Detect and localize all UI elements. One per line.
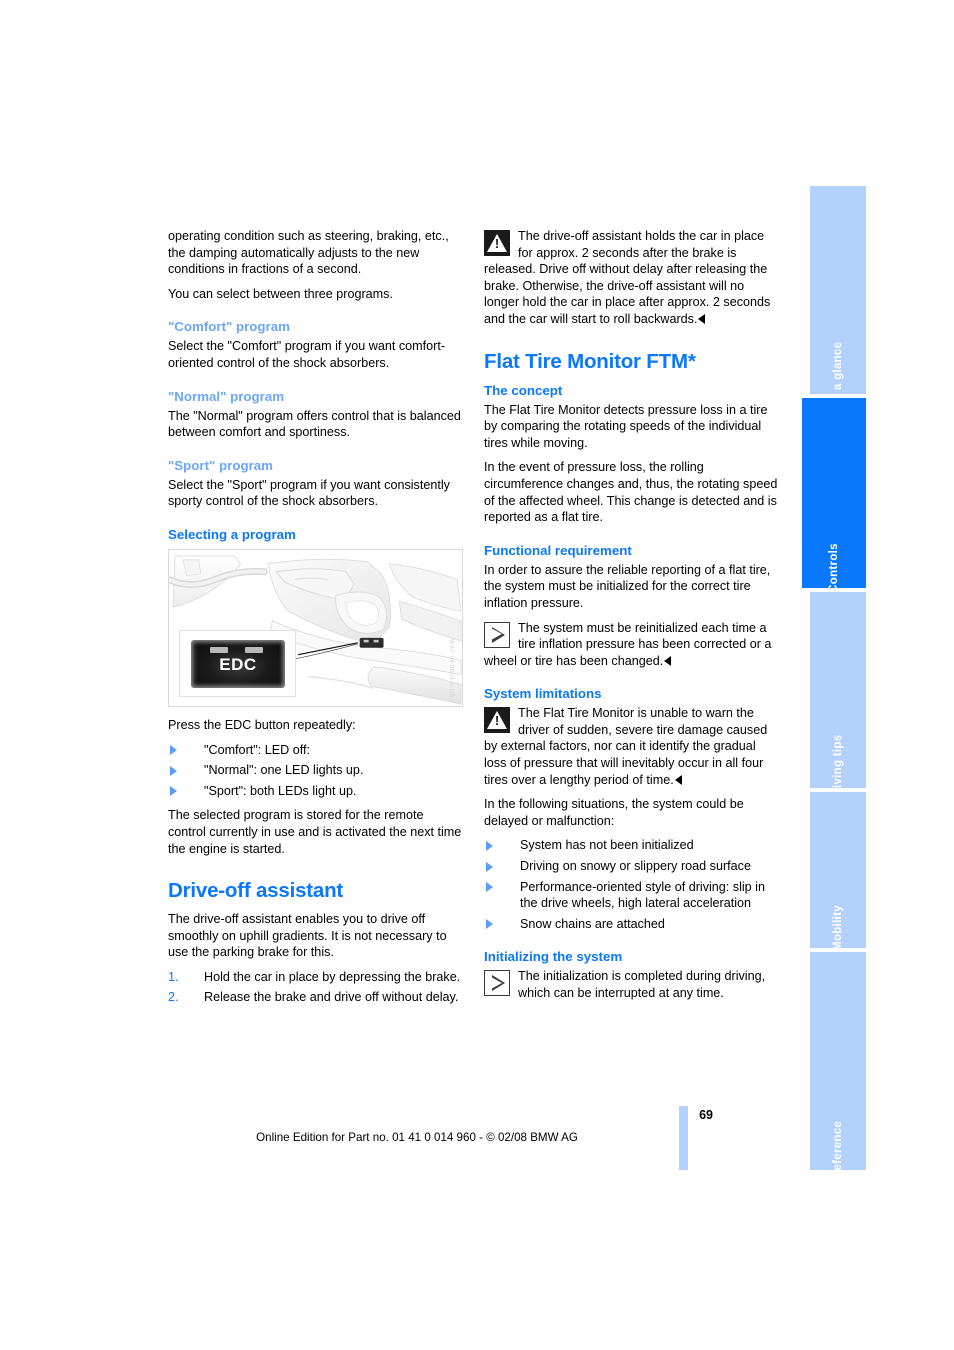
- tab-controls-label: Controls: [828, 543, 840, 588]
- edc-closing-text: The selected program is stored for the r…: [168, 808, 462, 856]
- heading-sport-program: "Sport" program: [168, 457, 273, 473]
- tab-driving-tips-label: Driving tips: [832, 734, 844, 788]
- text-comfort-program: Select the "Comfort" program if you want…: [168, 339, 446, 370]
- list-item: "Sport": both LEDs light up.: [168, 783, 463, 800]
- note-text-body: The system must be reinitialized each ti…: [484, 620, 772, 668]
- warning-text: The drive-off assistant holds the car in…: [484, 228, 779, 328]
- note-initialization: The initialization is completed during d…: [484, 968, 779, 1001]
- functional-requirement-paragraph: In order to assure the reliable reportin…: [484, 562, 771, 610]
- intro-paragraph: operating condition such as steering, br…: [168, 229, 449, 277]
- heading-comfort-program: "Comfort" program: [168, 319, 290, 335]
- chapter-tab-rail: At a glance Controls Driving tips Mobili…: [802, 186, 866, 1170]
- text-sport-program: Select the "Sport" program if you want c…: [168, 477, 450, 509]
- note-text: The system must be reinitialized each ti…: [484, 620, 779, 670]
- triangle-bullet-icon: [486, 861, 493, 872]
- edc-led-left-icon: [210, 646, 228, 653]
- tab-controls[interactable]: Controls: [802, 398, 866, 588]
- drive-off-intro: The drive-off assistant enables you to d…: [168, 912, 447, 960]
- concept-paragraph-2: In the event of pressure loss, the rolli…: [484, 460, 778, 525]
- end-marker-icon: [674, 774, 682, 785]
- edc-program-list: "Comfort": LED off: "Normal": one LED li…: [168, 742, 463, 800]
- drive-off-steps: 1. Hold the car in place by depressing t…: [168, 969, 463, 1006]
- intro-paragraph-2: You can select between three programs.: [168, 286, 393, 301]
- warning-drive-off-assistant: ! The drive-off assistant holds the car …: [484, 228, 779, 328]
- edition-notice: Online Edition for Part no. 01 41 0 014 …: [256, 1131, 578, 1144]
- list-item: Driving on snowy or slippery road surfac…: [484, 858, 779, 875]
- edc-button-label: EDC: [219, 654, 257, 674]
- edc-led-right-icon: [245, 646, 263, 653]
- system-limitations-lead: In the following situations, the system …: [484, 797, 744, 828]
- concept-paragraph-1: The Flat Tire Monitor detects pressure l…: [484, 402, 768, 450]
- edc-press-lead: Press the EDC button repeatedly:: [168, 717, 356, 732]
- note-icon: [484, 970, 510, 997]
- heading-flat-tire-monitor: Flat Tire Monitor FTM*: [484, 349, 696, 373]
- triangle-bullet-icon: [170, 745, 177, 756]
- list-item: "Normal": one LED lights up.: [168, 762, 463, 779]
- heading-functional-requirement: Functional requirement: [484, 542, 632, 558]
- system-limitations-list: System has not been initialized Driving …: [484, 837, 779, 932]
- step-number: 2.: [168, 990, 179, 1005]
- tab-mobility-label: Mobility: [832, 905, 844, 948]
- tab-at-a-glance[interactable]: At a glance: [810, 186, 866, 394]
- list-item-label: Snow chains are attached: [520, 916, 665, 931]
- list-item: System has not been initialized: [484, 837, 779, 854]
- list-item: 2. Release the brake and drive off witho…: [168, 989, 463, 1006]
- list-item-label: "Comfort": LED off:: [204, 742, 310, 757]
- note-reinitialize: The system must be reinitialized each ti…: [484, 620, 779, 670]
- heading-normal-program: "Normal" program: [168, 388, 285, 404]
- heading-initializing-the-system: Initializing the system: [484, 949, 623, 965]
- list-item: 1. Hold the car in place by depressing t…: [168, 969, 463, 986]
- triangle-bullet-icon: [486, 882, 493, 893]
- triangle-bullet-icon: [170, 765, 177, 776]
- end-marker-icon: [698, 313, 706, 324]
- warning-text-body: The Flat Tire Monitor is unable to warn …: [484, 706, 768, 787]
- step-number: 1.: [168, 969, 179, 984]
- heading-system-limitations: System limitations: [484, 686, 602, 702]
- left-text-column: operating condition such as steering, br…: [168, 228, 463, 1014]
- triangle-bullet-icon: [486, 840, 493, 851]
- step-text: Hold the car in place by depressing the …: [204, 969, 461, 984]
- end-marker-icon: [664, 655, 672, 666]
- triangle-bullet-icon: [486, 919, 493, 930]
- list-item-label: Driving on snowy or slippery road surfac…: [520, 859, 751, 874]
- figure-edc-button-location: EDC WAP 08 0003 A-US: [168, 548, 463, 707]
- tab-at-a-glance-label: At a glance: [832, 341, 844, 394]
- right-text-column: ! The drive-off assistant holds the car …: [484, 228, 779, 1010]
- triangle-bullet-icon: [170, 786, 177, 797]
- note-text: The initialization is completed during d…: [518, 969, 766, 1000]
- edc-button-graphic: EDC: [191, 639, 285, 688]
- heading-selecting-a-program: Selecting a program: [168, 526, 296, 542]
- step-text: Release the brake and drive off without …: [204, 990, 459, 1005]
- note-icon: [484, 621, 510, 648]
- text-normal-program: The "Normal" program offers control that…: [168, 408, 461, 440]
- heading-drive-off-assistant: Drive-off assistant: [168, 879, 344, 903]
- figure-credit: WAP 08 0003 A-US: [448, 639, 454, 698]
- warning-system-limitations: ! The Flat Tire Monitor is unable to war…: [484, 705, 779, 788]
- list-item-label: "Normal": one LED lights up.: [204, 763, 364, 778]
- page-number: 69: [699, 1108, 713, 1122]
- tab-driving-tips[interactable]: Driving tips: [810, 592, 866, 788]
- list-item-label: System has not been initialized: [520, 838, 694, 853]
- tab-reference-label: Reference: [832, 1120, 844, 1170]
- warning-icon: !: [484, 230, 510, 256]
- warning-icon: !: [484, 707, 510, 734]
- list-item: "Comfort": LED off:: [168, 742, 463, 759]
- list-item-label: Performance-oriented style of driving: s…: [520, 879, 765, 911]
- heading-the-concept: The concept: [484, 382, 563, 398]
- list-item: Snow chains are attached: [484, 916, 779, 933]
- manual-page: At a glance Controls Driving tips Mobili…: [0, 0, 954, 1350]
- edc-button-closeup-inset: EDC: [179, 629, 296, 697]
- warning-text: The Flat Tire Monitor is unable to warn …: [484, 705, 779, 788]
- tab-mobility[interactable]: Mobility: [810, 792, 866, 948]
- list-item-label: "Sport": both LEDs light up.: [204, 783, 357, 798]
- list-item: Performance-oriented style of driving: s…: [484, 879, 779, 912]
- warning-text-body: The drive-off assistant holds the car in…: [484, 229, 771, 326]
